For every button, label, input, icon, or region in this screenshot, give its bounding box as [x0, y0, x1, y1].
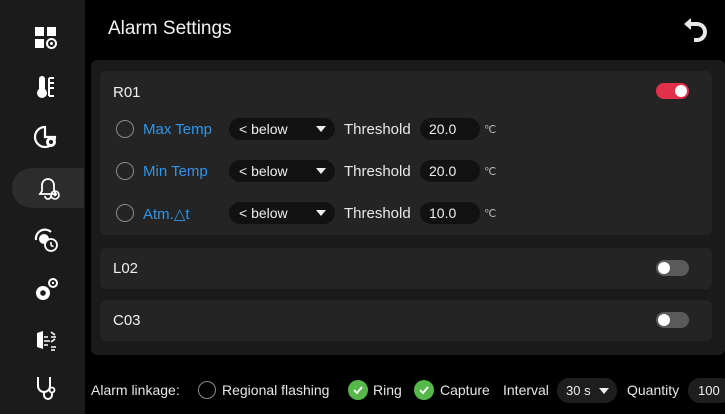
alarm-linkage-label: Alarm linkage:: [91, 382, 180, 398]
thermometer-icon[interactable]: [12, 67, 80, 107]
atm-delta-condition-select[interactable]: < below: [229, 202, 335, 224]
atm-delta-row: Atm.△t < below Threshold 10.0 ℃: [116, 202, 536, 224]
region-enable-toggle[interactable]: [656, 260, 689, 276]
region-name: R01: [113, 84, 141, 101]
max-temp-threshold-input[interactable]: 20.0: [420, 118, 480, 140]
interval-value: 30 s: [566, 383, 591, 398]
atm-delta-radio[interactable]: [116, 204, 134, 222]
region-card-l02: L02: [100, 248, 712, 289]
dashboard-icon[interactable]: [12, 18, 80, 58]
unit-label: ℃: [484, 124, 497, 136]
condition-value: < below: [239, 121, 288, 137]
quantity-label: Quantity: [627, 382, 680, 398]
check-icon: [419, 386, 429, 395]
threshold-value: 20.0: [429, 163, 457, 179]
alarm-settings-panel: R01 Max Temp < below Threshold 20.0 ℃ Mi…: [91, 60, 725, 355]
max-temp-row: Max Temp < below Threshold 20.0 ℃: [116, 118, 536, 140]
region-settings-icon[interactable]: [12, 117, 80, 157]
region-enable-toggle[interactable]: [656, 83, 689, 99]
caret-down-icon: [316, 126, 326, 132]
sidebar: [0, 0, 85, 414]
interval-select[interactable]: 30 s: [557, 378, 617, 403]
max-temp-condition-select[interactable]: < below: [229, 118, 335, 140]
max-temp-label: Max Temp: [143, 121, 212, 138]
alarm-linkage-bar: Alarm linkage: Regional flashing Ring Ca…: [85, 362, 725, 414]
region-name: C03: [113, 312, 141, 329]
regional-flashing-radio[interactable]: [198, 381, 216, 399]
header: Alarm Settings: [85, 0, 725, 60]
quantity-input[interactable]: 100: [688, 378, 725, 403]
min-temp-row: Min Temp < below Threshold 20.0 ℃: [116, 160, 536, 182]
region-name: L02: [113, 260, 139, 277]
toggle-knob: [658, 314, 670, 326]
min-temp-label: Min Temp: [143, 163, 208, 180]
region-card-r01: R01 Max Temp < below Threshold 20.0 ℃ Mi…: [100, 71, 712, 235]
regional-flashing-label: Regional flashing: [222, 382, 330, 398]
min-temp-radio[interactable]: [116, 162, 134, 180]
threshold-label: Threshold: [344, 163, 411, 180]
caret-down-icon: [316, 210, 326, 216]
caret-down-icon: [316, 168, 326, 174]
capture-checkbox[interactable]: [414, 380, 434, 400]
max-temp-radio[interactable]: [116, 120, 134, 138]
quantity-value: 100: [698, 383, 720, 398]
min-temp-threshold-input[interactable]: 20.0: [420, 160, 480, 182]
toggle-knob: [658, 262, 670, 274]
unit-label: ℃: [484, 208, 497, 220]
region-enable-toggle[interactable]: [656, 312, 689, 328]
threshold-label: Threshold: [344, 205, 411, 222]
check-icon: [353, 386, 363, 395]
ring-checkbox[interactable]: [348, 380, 368, 400]
toggle-knob: [675, 85, 687, 97]
unit-label: ℃: [484, 166, 497, 178]
schedule-icon[interactable]: [12, 219, 80, 259]
health-icon[interactable]: [12, 368, 80, 408]
threshold-value: 10.0: [429, 205, 457, 221]
system-settings-icon[interactable]: [12, 270, 80, 310]
detection-icon[interactable]: [12, 320, 80, 360]
condition-value: < below: [239, 205, 288, 221]
back-arrow-icon[interactable]: [681, 14, 711, 44]
min-temp-condition-select[interactable]: < below: [229, 160, 335, 182]
caret-down-icon: [599, 388, 609, 394]
threshold-label: Threshold: [344, 121, 411, 138]
threshold-value: 20.0: [429, 121, 457, 137]
condition-value: < below: [239, 163, 288, 179]
interval-label: Interval: [503, 382, 549, 398]
atm-delta-label: Atm.△t: [143, 206, 190, 223]
page-title: Alarm Settings: [108, 18, 232, 39]
ring-label: Ring: [373, 382, 402, 398]
capture-label: Capture: [440, 382, 490, 398]
region-card-c03: C03: [100, 300, 712, 341]
atm-delta-threshold-input[interactable]: 10.0: [420, 202, 480, 224]
alarm-settings-icon[interactable]: [12, 168, 84, 208]
